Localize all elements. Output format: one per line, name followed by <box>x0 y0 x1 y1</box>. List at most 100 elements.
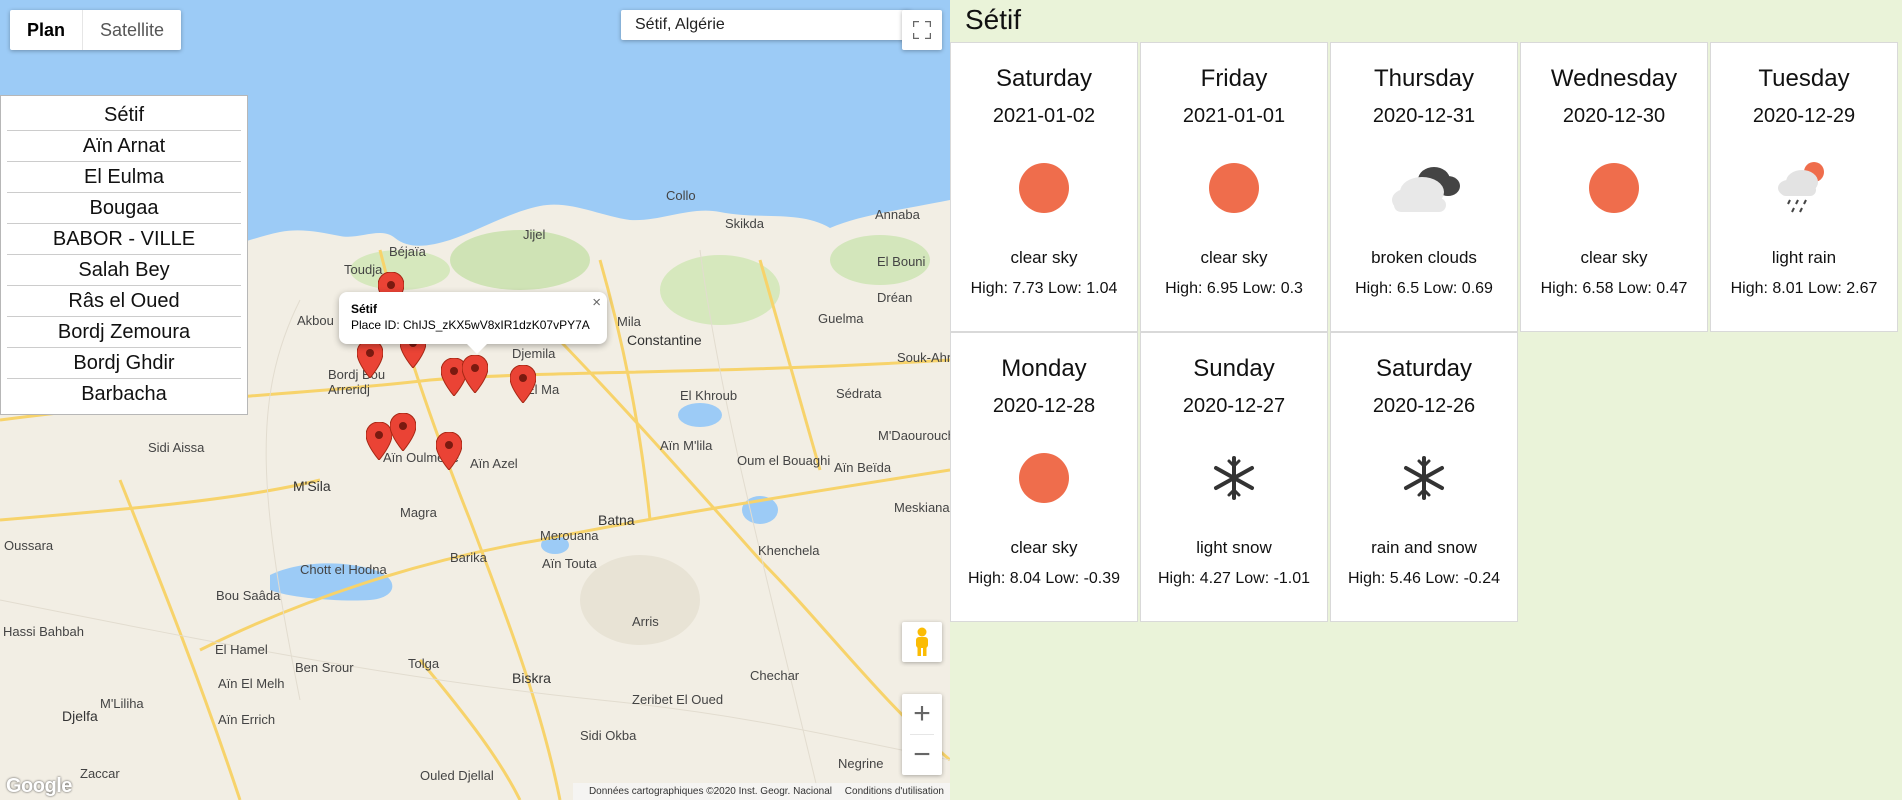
weather-description: rain and snow <box>1371 538 1477 557</box>
map-label: Merouana <box>540 528 599 543</box>
snowflake-icon <box>1141 428 1327 528</box>
map-label: Barika <box>450 550 487 565</box>
day-date: 2020-12-31 <box>1372 105 1476 127</box>
day-forecast-card: Saturday 2020-12-26 rain and snow High: 5.4… <box>1330 332 1518 622</box>
map-type-plan-button[interactable]: Plan <box>10 10 84 50</box>
sun-icon <box>951 428 1137 528</box>
google-logo: Google <box>6 775 72 797</box>
day-name: Monday <box>1001 355 1087 382</box>
day-name: Friday <box>1200 65 1268 92</box>
map-marker[interactable] <box>357 340 383 378</box>
day-date: 2020-12-30 <box>1562 105 1666 127</box>
place-item[interactable]: Aïn Arnat <box>7 131 241 162</box>
map-label: Negrine <box>838 756 884 771</box>
map-label: Annaba <box>875 207 920 222</box>
map-label: Aïn M'lila <box>660 438 713 453</box>
high-low-temperature: High: 6.5 Low: 0.69 <box>1355 280 1493 297</box>
search-input[interactable]: Sétif, Algérie <box>621 10 911 40</box>
map-label: Sidi Okba <box>580 728 637 743</box>
map-marker[interactable] <box>510 365 536 403</box>
weather-description: clear sky <box>1010 248 1078 267</box>
map-label: M'Sila <box>293 478 331 494</box>
place-item[interactable]: BABOR - VILLE <box>7 224 241 255</box>
map-label: Aïn Azel <box>470 456 518 471</box>
map-label: Guelma <box>818 311 864 326</box>
map-marker[interactable] <box>436 432 462 470</box>
map-label: M'Daourouch <box>878 428 950 443</box>
map-label: Collo <box>666 188 696 203</box>
map-label: Aïn Errich <box>218 712 276 727</box>
map-label: Magra <box>400 505 437 520</box>
sun-icon <box>951 138 1137 238</box>
zoom-control: + − <box>902 694 942 775</box>
day-date: 2020-12-27 <box>1182 395 1286 417</box>
map-data-attribution: Données cartographiques ©2020 Inst. Geog… <box>588 786 833 797</box>
place-item[interactable]: Bougaa <box>7 193 241 224</box>
place-item[interactable]: Bordj Ghdir <box>7 348 241 379</box>
map-label: Ouled Djellal <box>420 768 494 783</box>
high-low-temperature: High: 8.04 Low: -0.39 <box>967 570 1121 587</box>
map-label: Oussara <box>4 538 54 553</box>
day-name: Wednesday <box>1550 65 1678 92</box>
fullscreen-button[interactable] <box>902 10 942 50</box>
map-label: Souk-Ahr <box>897 350 950 365</box>
day-name: Tuesday <box>1758 65 1850 92</box>
map-label: El Bouni <box>877 254 926 269</box>
weather-description: light snow <box>1196 538 1272 557</box>
map[interactable]: Collo Skikda Annaba Jijel Béjaïa Toudja … <box>0 0 950 800</box>
day-date: 2020-12-29 <box>1752 105 1856 127</box>
zoom-out-button[interactable]: − <box>902 735 942 775</box>
info-window-title: Sétif <box>351 302 378 316</box>
high-low-temperature: High: 4.27 Low: -1.01 <box>1157 570 1311 587</box>
map-label: Hassi Bahbah <box>3 624 84 639</box>
map-label: Arris <box>632 614 659 629</box>
place-item[interactable]: Bordj Zemoura <box>7 317 241 348</box>
place-item[interactable]: Râs el Oued <box>7 286 241 317</box>
weather-description: clear sky <box>1580 248 1648 267</box>
cloud-icon <box>1331 138 1517 238</box>
day-forecast-card: Saturday 2021-01-02 clear sky High: 7.73 Lo… <box>950 42 1138 332</box>
info-window: × Sétif Place ID: ChIJS_zKX5wV8xIR1dzK07… <box>339 292 607 354</box>
map-label: Djemila <box>512 346 556 361</box>
map-type-control: Plan Satellite <box>10 10 182 50</box>
pegman-icon <box>916 627 928 656</box>
place-item[interactable]: Sétif <box>7 100 241 131</box>
day-date: 2021-01-01 <box>1182 105 1286 127</box>
weather-description: light rain <box>1771 248 1837 267</box>
day-forecast-card: Sunday 2020-12-27 light snow High: 4.27 Low… <box>1140 332 1328 622</box>
map-marker[interactable] <box>462 355 488 393</box>
map-label: El Hamel <box>215 642 268 657</box>
street-view-pegman[interactable] <box>902 622 942 662</box>
day-forecast-card: Tuesday 2020-12-29 light rain High: 8.01 Lo… <box>1710 42 1898 332</box>
map-label: El Khroub <box>680 388 738 403</box>
map-label: Aïn El Melh <box>218 676 285 691</box>
map-label: Sidi Aissa <box>148 440 205 455</box>
map-label: Ben Srour <box>295 660 354 675</box>
map-label: Zeribet El Oued <box>632 692 724 707</box>
map-label: Oum el Bouaghi <box>737 453 831 468</box>
day-name: Saturday <box>995 65 1093 92</box>
map-label: Biskra <box>512 670 551 686</box>
places-list: Sétif Aïn Arnat El Eulma Bougaa BABOR - … <box>0 95 248 415</box>
place-item[interactable]: Salah Bey <box>7 255 241 286</box>
map-label: Chechar <box>750 668 800 683</box>
map-type-satellite-button[interactable]: Satellite <box>83 10 181 50</box>
sun-icon <box>1141 138 1327 238</box>
map-label: Bou Saâda <box>216 588 281 603</box>
place-item[interactable]: Barbacha <box>7 379 241 409</box>
info-window-place-id: Place ID: ChIJS_zKX5wV8xIR1dzK07vPY7A <box>351 318 590 332</box>
zoom-in-button[interactable]: + <box>902 694 942 734</box>
map-label: Sédrata <box>836 386 882 401</box>
day-name: Saturday <box>1375 355 1473 382</box>
terms-link[interactable]: Conditions d'utilisation <box>845 786 944 797</box>
day-forecast-card: Thursday 2020-12-31 broken clouds High: 6.5… <box>1330 42 1518 332</box>
day-name: Sunday <box>1193 355 1275 382</box>
weather-description: clear sky <box>1200 248 1268 267</box>
close-icon[interactable]: × <box>592 294 601 311</box>
map-label: Akbou <box>297 313 334 328</box>
day-date: 2021-01-02 <box>992 105 1096 127</box>
map-label: Khenchela <box>758 543 820 558</box>
map-marker[interactable] <box>390 413 416 451</box>
map-marker[interactable] <box>366 422 392 460</box>
place-item[interactable]: El Eulma <box>7 162 241 193</box>
